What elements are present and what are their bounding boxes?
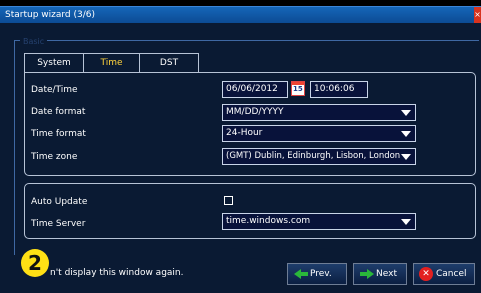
time-server-label: Time Server xyxy=(31,219,86,229)
prev-button-label: Prev. xyxy=(310,269,332,279)
window-titlebar: Startup wizard (3/6) × xyxy=(0,6,481,23)
chevron-down-icon xyxy=(401,131,411,137)
arrow-right-icon xyxy=(360,268,374,280)
arrow-left-icon xyxy=(294,268,308,280)
time-server-panel xyxy=(24,183,476,239)
close-icon[interactable]: × xyxy=(474,7,481,23)
next-button[interactable]: Next xyxy=(353,263,407,285)
chevron-down-icon xyxy=(401,110,411,116)
tab-system[interactable]: System xyxy=(24,53,84,73)
next-button-label: Next xyxy=(376,269,397,279)
chevron-down-icon xyxy=(401,154,411,160)
chevron-down-icon xyxy=(401,219,411,225)
auto-update-checkbox[interactable] xyxy=(224,196,233,205)
tab-time[interactable]: Time xyxy=(83,53,140,73)
step-number-badge: 2 xyxy=(21,249,49,277)
time-zone-label: Time zone xyxy=(31,152,78,162)
calendar-icon[interactable]: 15 xyxy=(291,81,305,96)
window-title: Startup wizard (3/6) xyxy=(5,10,95,20)
time-zone-value: (GMT) Dublin, Edinburgh, Lisbon, London xyxy=(226,151,401,161)
date-format-value: MM/DD/YYYY xyxy=(226,107,284,117)
time-input[interactable]: 10:06:06 xyxy=(310,81,368,98)
cancel-icon: ✕ xyxy=(419,267,433,281)
time-format-value: 24-Hour xyxy=(226,128,263,138)
calendar-icon-day: 15 xyxy=(293,85,303,93)
date-input[interactable]: 06/06/2012 xyxy=(222,81,288,98)
tab-dst[interactable]: DST xyxy=(139,53,199,73)
date-format-label: Date format xyxy=(31,107,86,117)
dont-show-again-label[interactable]: n't display this window again. xyxy=(50,268,183,278)
date-format-dropdown[interactable]: MM/DD/YYYY xyxy=(222,104,416,121)
time-format-dropdown[interactable]: 24-Hour xyxy=(222,125,416,142)
time-format-label: Time format xyxy=(31,129,86,139)
cancel-button[interactable]: ✕ Cancel xyxy=(413,263,475,285)
auto-update-label: Auto Update xyxy=(31,197,88,207)
time-zone-dropdown[interactable]: (GMT) Dublin, Edinburgh, Lisbon, London xyxy=(222,148,416,165)
time-server-dropdown[interactable]: time.windows.com xyxy=(222,213,416,230)
time-server-value: time.windows.com xyxy=(226,216,311,226)
prev-button[interactable]: Prev. xyxy=(287,263,347,285)
date-time-label: Date/Time xyxy=(31,85,78,95)
cancel-button-label: Cancel xyxy=(436,269,467,279)
basic-group-label: Basic xyxy=(20,37,48,46)
